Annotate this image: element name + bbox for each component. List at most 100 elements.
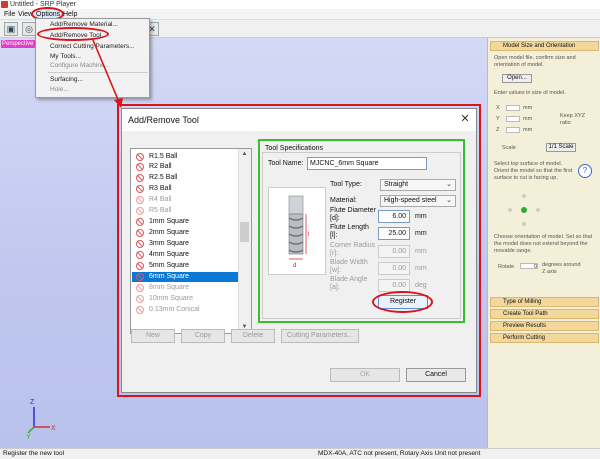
status-machine-info: MDX-40A, ATC not present, Rotary Axis Un… <box>318 450 481 457</box>
scroll-up-icon[interactable]: ▲ <box>240 150 249 159</box>
axis-z-label: Z <box>30 399 35 406</box>
tool-no-icon <box>136 185 144 193</box>
tool-item-r5-ball[interactable]: R5 Ball <box>132 206 238 216</box>
menu-hole[interactable]: Hole... <box>50 85 69 94</box>
rotate-field[interactable]: 0 <box>520 263 538 270</box>
tool-type-label: Tool Type: <box>330 181 362 188</box>
tool-name-input[interactable]: MJCNC_6mm Square <box>307 157 427 170</box>
tool-item-r2-ball[interactable]: R2 Ball <box>132 162 238 172</box>
chevron-down-icon: ⌄ <box>446 197 452 204</box>
tool-item-r4-ball[interactable]: R4 Ball <box>132 195 238 205</box>
section-perform-cutting[interactable]: Perform Cutting <box>490 333 599 343</box>
help-icon[interactable]: ? <box>578 164 592 178</box>
scroll-thumb[interactable] <box>240 222 249 242</box>
enter-size-text: Enter values in size of model. <box>494 90 566 96</box>
tool-item-4mm-square[interactable]: 4mm Square <box>132 250 238 260</box>
axis-x-label: X <box>51 425 56 432</box>
delete-button[interactable]: Delete <box>231 329 275 343</box>
section-model-size[interactable]: Model Size and Orientation <box>490 41 599 51</box>
y-label: Y <box>496 116 500 122</box>
flute-diameter-unit: mm <box>415 213 427 220</box>
tool-item-10mm-square[interactable]: 10mm Square <box>132 294 238 304</box>
select-surface-text: Select top surface of model. Orient the … <box>494 161 573 181</box>
tool-item-3mm-square[interactable]: 3mm Square <box>132 239 238 249</box>
tool-no-icon <box>136 262 144 270</box>
perspective-tab[interactable]: Perspective <box>1 40 35 48</box>
rotate-label: Rotate <box>498 264 515 270</box>
flute-length-unit: mm <box>415 230 427 237</box>
dialog-title: Add/Remove Tool <box>128 115 199 125</box>
scale-button[interactable]: 1/1 Scale <box>546 143 576 152</box>
tool-no-icon <box>136 306 144 314</box>
tool-no-icon <box>136 218 144 226</box>
section-preview-results[interactable]: Preview Results <box>490 321 599 331</box>
view-icon[interactable]: ◎ <box>22 22 36 36</box>
tool-item-r2-5-ball[interactable]: R2.5 Ball <box>132 173 238 183</box>
save-icon[interactable]: ▣ <box>4 22 18 36</box>
new-button[interactable]: New <box>131 329 175 343</box>
cancel-button[interactable]: Cancel <box>406 368 466 382</box>
section-create-tool-path[interactable]: Create Tool Path <box>490 309 599 319</box>
chevron-down-icon: ⌄ <box>446 181 452 188</box>
tool-type-select[interactable]: Straight ⌄ <box>380 179 456 191</box>
blade-width-label: Blade Width [w]: <box>330 259 368 274</box>
diagram-d-label: d <box>293 263 296 269</box>
blade-width-input[interactable]: 0.00 <box>378 262 410 275</box>
keep-xyz-checkbox[interactable]: Keep XYZ ratio <box>560 113 590 127</box>
copy-button[interactable]: Copy <box>181 329 225 343</box>
tool-item-r1-5-ball[interactable]: R1.5 Ball <box>132 152 238 162</box>
size-y-field[interactable] <box>506 116 520 122</box>
tool-item-label: 3mm Square <box>149 240 190 247</box>
annotation-arrow <box>92 39 123 108</box>
tool-item-8mm-square[interactable]: 8mm Square <box>132 283 238 293</box>
section-model-size-label: Model Size and Orientation <box>503 43 576 49</box>
tool-item-5mm-square[interactable]: 5mm Square <box>132 261 238 271</box>
tool-diagram: l d <box>268 187 326 275</box>
tool-item-0-13mm-conical[interactable]: 0.13mm Conical <box>132 305 238 315</box>
status-bar: Register the new tool MDX-40A, ATC not p… <box>0 448 600 459</box>
tool-item-r3-ball[interactable]: R3 Ball <box>132 184 238 194</box>
material-select[interactable]: High-speed steel ⌄ <box>380 195 456 207</box>
section-type-of-milling-label: Type of Milling <box>503 299 542 305</box>
menu-my-tools[interactable]: My Tools... <box>50 52 81 61</box>
tool-item-label: R1.5 Ball <box>149 153 178 160</box>
tool-no-icon <box>136 284 144 292</box>
axis-indicator: Z X Y <box>26 399 56 440</box>
tool-item-2mm-square[interactable]: 2mm Square <box>132 228 238 238</box>
flute-length-label: Flute Length [l]: <box>330 224 369 239</box>
orientation-selector-icon[interactable] <box>504 190 544 230</box>
size-z-field[interactable] <box>506 127 520 133</box>
cutting-parameters-button[interactable]: Cutting Parameters... <box>281 329 359 343</box>
tool-item-label: 5mm Square <box>149 262 190 269</box>
menu-surfacing[interactable]: Surfacing... <box>50 75 83 84</box>
close-icon[interactable]: ✕ <box>458 112 472 126</box>
open-model-text: Open model file, confirm size and orient… <box>494 55 576 68</box>
tool-item-label: R3 Ball <box>149 185 172 192</box>
open-button[interactable]: Open... <box>502 74 532 83</box>
right-panel: Model Size and Orientation Open model fi… <box>487 38 600 448</box>
section-preview-results-label: Preview Results <box>503 323 547 329</box>
material-value: High-speed steel <box>384 197 437 204</box>
tool-item-label: 8mm Square <box>149 284 190 291</box>
corner-radius-input[interactable]: 0.00 <box>378 245 410 258</box>
orientation-text: Choose orientation of model. Set so that… <box>494 234 593 254</box>
tool-item-6mm-square[interactable]: 6mm Square <box>132 272 238 282</box>
tool-item-label: R4 Ball <box>149 196 172 203</box>
tool-no-icon <box>136 273 144 281</box>
section-create-tool-path-label: Create Tool Path <box>503 311 548 317</box>
flute-diameter-input[interactable]: 6.00 <box>378 210 410 223</box>
tool-specifications-title: Tool Specifications <box>264 145 324 152</box>
status-message: Register the new tool <box>3 450 65 457</box>
tool-item-label: 2mm Square <box>149 229 190 236</box>
scale-label: Scale <box>502 145 516 151</box>
size-x-field[interactable] <box>506 105 520 111</box>
flute-length-input[interactable]: 25.00 <box>378 227 410 240</box>
ok-button[interactable]: OK <box>330 368 400 382</box>
section-type-of-milling[interactable]: Type of Milling <box>490 297 599 307</box>
tool-item-1mm-square[interactable]: 1mm Square <box>132 217 238 227</box>
menu-file[interactable]: File <box>2 9 17 20</box>
x-unit: mm <box>523 105 533 111</box>
degrees-text: degrees around Z axis <box>542 262 581 275</box>
tool-item-label: R5 Ball <box>149 207 172 214</box>
dialog-title-bar: Add/Remove Tool <box>122 109 476 131</box>
